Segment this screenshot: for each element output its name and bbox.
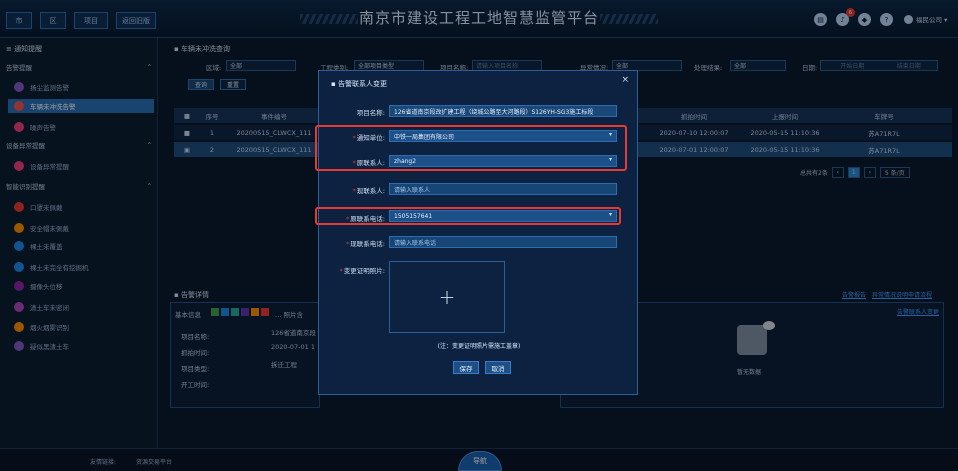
- contact-change-dialog: ▪ 告警联系人变更 × 项目名称: 126省道南京段改扩建工程（绕城公路至大河路…: [315, 70, 638, 395]
- orig-contact-select[interactable]: zhang2 ▾: [389, 155, 617, 167]
- new-phone-label: *现联系电话:: [346, 240, 385, 248]
- close-icon[interactable]: ×: [621, 75, 629, 85]
- upload-note: (注：变更证明照片需施工盖章): [437, 343, 521, 350]
- chevron-down-icon: ▾: [608, 211, 612, 218]
- notify-unit-select[interactable]: 中铁一局集团有限公司 ▾: [389, 130, 617, 142]
- project-name-label: 项目名称:: [356, 109, 385, 117]
- photo-upload[interactable]: +: [389, 261, 505, 333]
- orig-contact-label: *原联系人:: [352, 159, 385, 167]
- notify-unit-label: *通知单位:: [352, 134, 385, 142]
- orig-phone-select[interactable]: 1505157641 ▾: [389, 210, 617, 222]
- project-name-field: 126省道南京段改扩建工程（绕城公路至大河路段）S126YH-SG3施工标段: [389, 105, 617, 117]
- chevron-down-icon: ▾: [608, 131, 612, 138]
- cancel-button[interactable]: 取消: [485, 361, 511, 374]
- save-button[interactable]: 保存: [453, 361, 479, 374]
- photo-label: *变更证明照片:: [339, 267, 385, 275]
- orig-phone-label: *原联系电话:: [346, 215, 385, 223]
- new-phone-input[interactable]: 请输入联系电话: [389, 236, 617, 248]
- dialog-title: ▪ 告警联系人变更: [331, 80, 387, 88]
- chevron-down-icon: ▾: [608, 156, 612, 163]
- new-contact-input[interactable]: 请输入联系人: [389, 183, 617, 195]
- new-contact-label: *现联系人:: [352, 187, 385, 195]
